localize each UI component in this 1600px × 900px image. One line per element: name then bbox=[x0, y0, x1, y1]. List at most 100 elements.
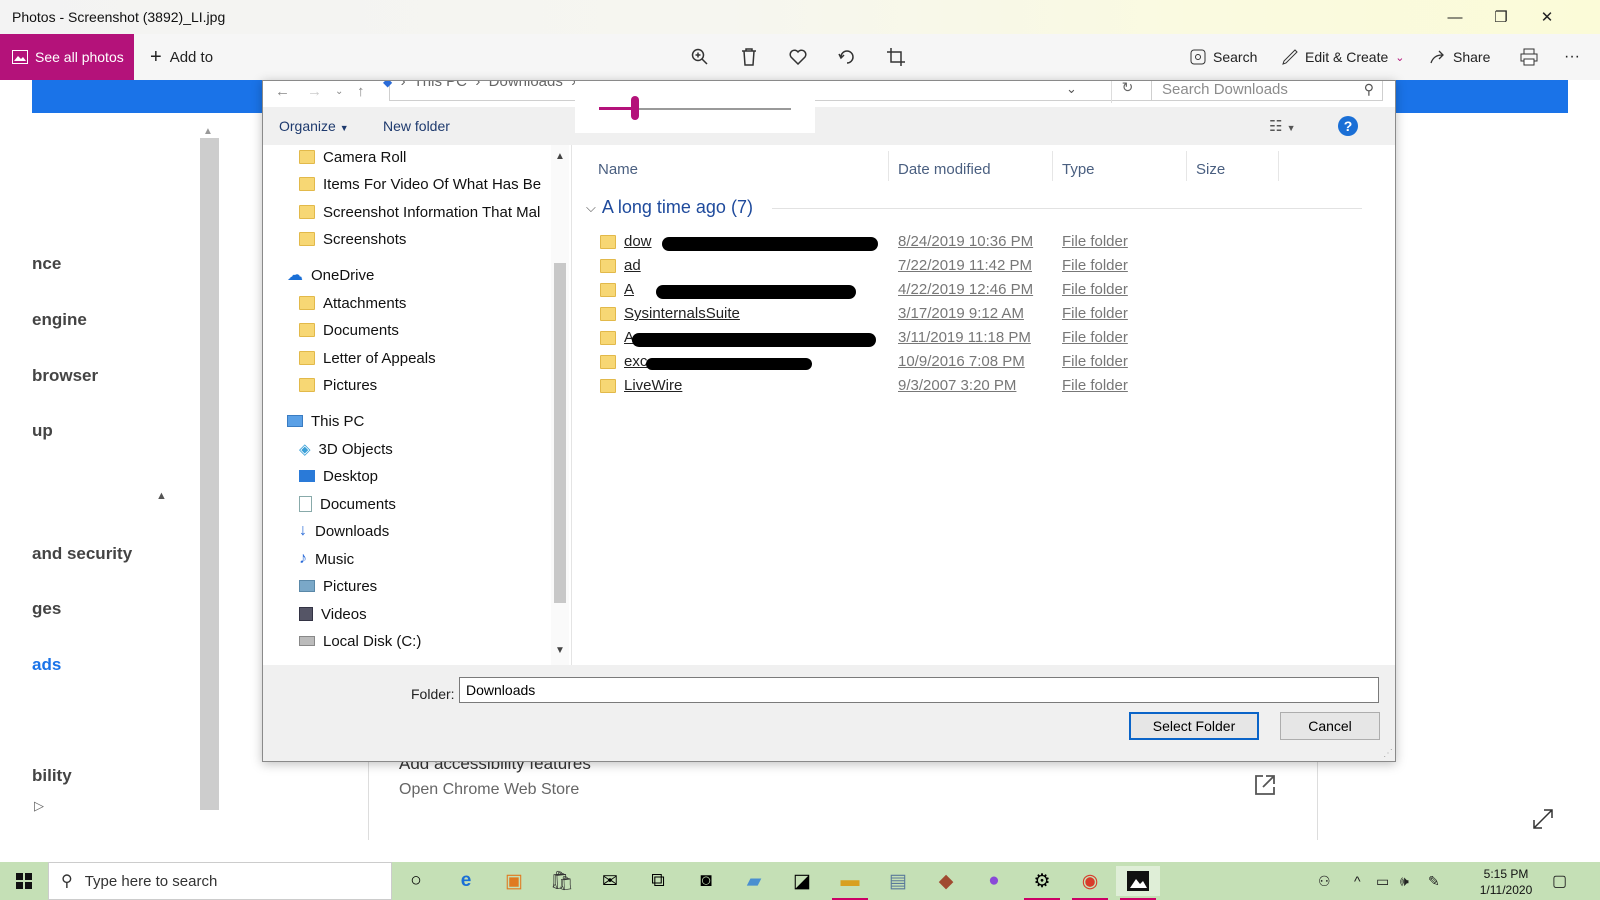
scroll-down-icon[interactable]: ▼ bbox=[555, 645, 565, 656]
tree-item[interactable]: Videos bbox=[299, 602, 367, 626]
search-button[interactable]: Search bbox=[1190, 34, 1257, 80]
column-header-type[interactable]: Type bbox=[1062, 161, 1095, 178]
forward-arrow-icon[interactable]: → bbox=[307, 83, 322, 100]
tree-item[interactable]: ♪ Music bbox=[299, 547, 354, 571]
search-downloads-field[interactable]: Search Downloads ⚲ bbox=[1151, 81, 1383, 101]
scroll-up-icon[interactable]: ▲ bbox=[555, 151, 565, 162]
search-icon: ⚲ bbox=[61, 873, 73, 890]
restore-button[interactable]: ❐ bbox=[1478, 0, 1524, 34]
refresh-icon[interactable]: ↻ bbox=[1111, 81, 1143, 103]
tree-item[interactable]: Screenshots bbox=[299, 227, 406, 251]
show-hidden-icons-icon[interactable]: ^ bbox=[1354, 862, 1361, 900]
see-all-photos-button[interactable]: See all photos bbox=[0, 34, 134, 80]
group-header[interactable]: ⌵ A long time ago (7) bbox=[586, 197, 753, 218]
print-icon[interactable] bbox=[1516, 44, 1542, 70]
tree-item[interactable]: Desktop bbox=[299, 464, 378, 488]
photos-app-icon[interactable] bbox=[1116, 866, 1160, 900]
resize-grip-icon[interactable]: ⋰ bbox=[1383, 748, 1393, 759]
scrollbar-thumb[interactable] bbox=[554, 263, 566, 603]
breadcrumb-downloads[interactable]: Downloads bbox=[489, 81, 563, 90]
edit-create-button[interactable]: Edit & Create ⌄ bbox=[1282, 34, 1404, 80]
tree-item[interactable]: Screenshot Information That Mal bbox=[299, 200, 540, 224]
settings-menu-item: and security bbox=[32, 544, 133, 563]
settings-gear-icon[interactable]: ⚙ bbox=[1020, 866, 1064, 900]
camera-icon[interactable]: ◙ bbox=[684, 866, 728, 896]
cancel-button[interactable]: Cancel bbox=[1280, 712, 1380, 740]
tree-item-label: 3D Objects bbox=[318, 440, 393, 458]
file-explorer-icon[interactable]: ▬ bbox=[828, 866, 872, 900]
tree-item[interactable]: Local Disk (C:) bbox=[299, 629, 421, 653]
plus-icon: + bbox=[150, 45, 162, 68]
tree-item[interactable]: Attachments bbox=[299, 291, 406, 315]
delete-icon[interactable] bbox=[736, 44, 762, 70]
task-view-icon[interactable]: ○ bbox=[394, 866, 438, 896]
view-options-icon[interactable]: ☷ ▼ bbox=[1269, 117, 1296, 135]
crop-icon[interactable] bbox=[883, 44, 909, 70]
minimize-button[interactable]: — bbox=[1432, 0, 1478, 34]
people-icon[interactable]: ⚇ bbox=[1318, 862, 1331, 900]
performance-monitor-icon[interactable]: ▤ bbox=[876, 866, 920, 896]
file-date: 3/11/2019 11:18 PM bbox=[898, 329, 1031, 346]
edge-icon[interactable]: e bbox=[444, 866, 488, 896]
column-header-name[interactable]: Name bbox=[598, 161, 638, 178]
tree-item[interactable]: Camera Roll bbox=[299, 145, 406, 169]
new-folder-button[interactable]: New folder bbox=[383, 118, 450, 134]
pen-icon[interactable]: ✎ bbox=[1428, 862, 1440, 900]
taskbar-search-box[interactable]: ⚲ Type here to search bbox=[48, 862, 392, 900]
add-to-button[interactable]: + Add to bbox=[150, 34, 213, 80]
store-icon[interactable]: 🛍 bbox=[540, 866, 584, 896]
network-icon[interactable]: ▭ bbox=[1376, 862, 1389, 900]
tree-item-onedrive[interactable]: ☁ OneDrive bbox=[287, 263, 374, 287]
fullscreen-icon[interactable] bbox=[1532, 808, 1554, 830]
volume-icon[interactable]: 🕪 bbox=[1400, 862, 1409, 900]
address-dropdown-icon[interactable]: ⌄ bbox=[1066, 81, 1077, 97]
settings-menu-item: nce bbox=[32, 254, 62, 273]
file-row[interactable]: SysinternalsSuite 3/17/2019 9:12 AM File f… bbox=[600, 303, 1160, 325]
more-button[interactable]: ··· bbox=[1564, 34, 1580, 80]
column-header-size[interactable]: Size bbox=[1196, 161, 1225, 178]
maps-icon[interactable]: ● bbox=[972, 866, 1016, 896]
select-folder-button[interactable]: Select Folder bbox=[1129, 712, 1259, 740]
tree-item-label: Music bbox=[315, 550, 355, 568]
navigation-scrollbar[interactable]: ▲ ▼ bbox=[551, 145, 569, 665]
file-type: File folder bbox=[1062, 257, 1128, 274]
file-row[interactable]: LiveWire 9/3/2007 3:20 PM File folder bbox=[600, 375, 1160, 397]
tree-item[interactable]: Items For Video Of What Has Be bbox=[299, 172, 541, 196]
file-list-pane: Name Date modified Type Size ⌵ A long ti… bbox=[571, 145, 1395, 665]
help-icon[interactable]: ? bbox=[1338, 116, 1358, 136]
clock-time: 5:15 PM bbox=[1483, 867, 1529, 881]
rotate-icon[interactable] bbox=[834, 44, 860, 70]
tree-item[interactable]: Letter of Appeals bbox=[299, 346, 436, 370]
location-icon: ◆ bbox=[383, 80, 393, 89]
organize-button[interactable]: Organize ▼ bbox=[279, 118, 349, 134]
tree-item[interactable]: Documents bbox=[299, 318, 399, 342]
file-name: ad bbox=[624, 257, 641, 274]
heart-icon[interactable] bbox=[785, 44, 811, 70]
zoom-icon[interactable] bbox=[687, 44, 713, 70]
package-icon[interactable]: ◆ bbox=[924, 866, 968, 896]
share-button[interactable]: Share bbox=[1430, 34, 1490, 80]
tree-item[interactable]: Pictures bbox=[299, 574, 377, 598]
file-row[interactable]: ad 7/22/2019 11:42 PM File folder bbox=[600, 255, 1160, 277]
media-player-icon[interactable]: ▣ bbox=[492, 866, 536, 896]
taskbar-clock[interactable]: 5:15 PM 1/11/2020 bbox=[1474, 866, 1538, 898]
tree-item[interactable]: ◈ 3D Objects bbox=[299, 437, 393, 461]
chrome-icon[interactable]: ◉ bbox=[1068, 866, 1112, 900]
tree-item-this-pc[interactable]: This PC bbox=[287, 409, 364, 433]
sticky-notes-icon[interactable]: ◪ bbox=[780, 866, 824, 896]
up-arrow-icon[interactable]: ↑ bbox=[357, 83, 365, 100]
close-button[interactable]: ✕ bbox=[1524, 0, 1570, 34]
start-button[interactable] bbox=[0, 862, 48, 900]
back-arrow-icon[interactable]: ← bbox=[275, 83, 290, 100]
column-header-date[interactable]: Date modified bbox=[898, 161, 991, 178]
notepad-icon[interactable]: ▰ bbox=[732, 866, 776, 896]
recent-dropdown-icon[interactable]: ⌄ bbox=[335, 86, 343, 97]
tree-item[interactable]: Pictures bbox=[299, 373, 377, 397]
notifications-icon[interactable]: ▢ bbox=[1552, 862, 1567, 900]
breadcrumb-this-pc[interactable]: This PC bbox=[414, 81, 467, 90]
tree-item[interactable]: ↓ Downloads bbox=[299, 519, 389, 543]
mail-icon[interactable]: ✉ bbox=[588, 866, 632, 896]
tree-item[interactable]: Documents bbox=[299, 492, 396, 516]
folder-name-field[interactable] bbox=[459, 677, 1379, 703]
remote-desktop-icon[interactable]: ⧉ bbox=[636, 866, 680, 896]
